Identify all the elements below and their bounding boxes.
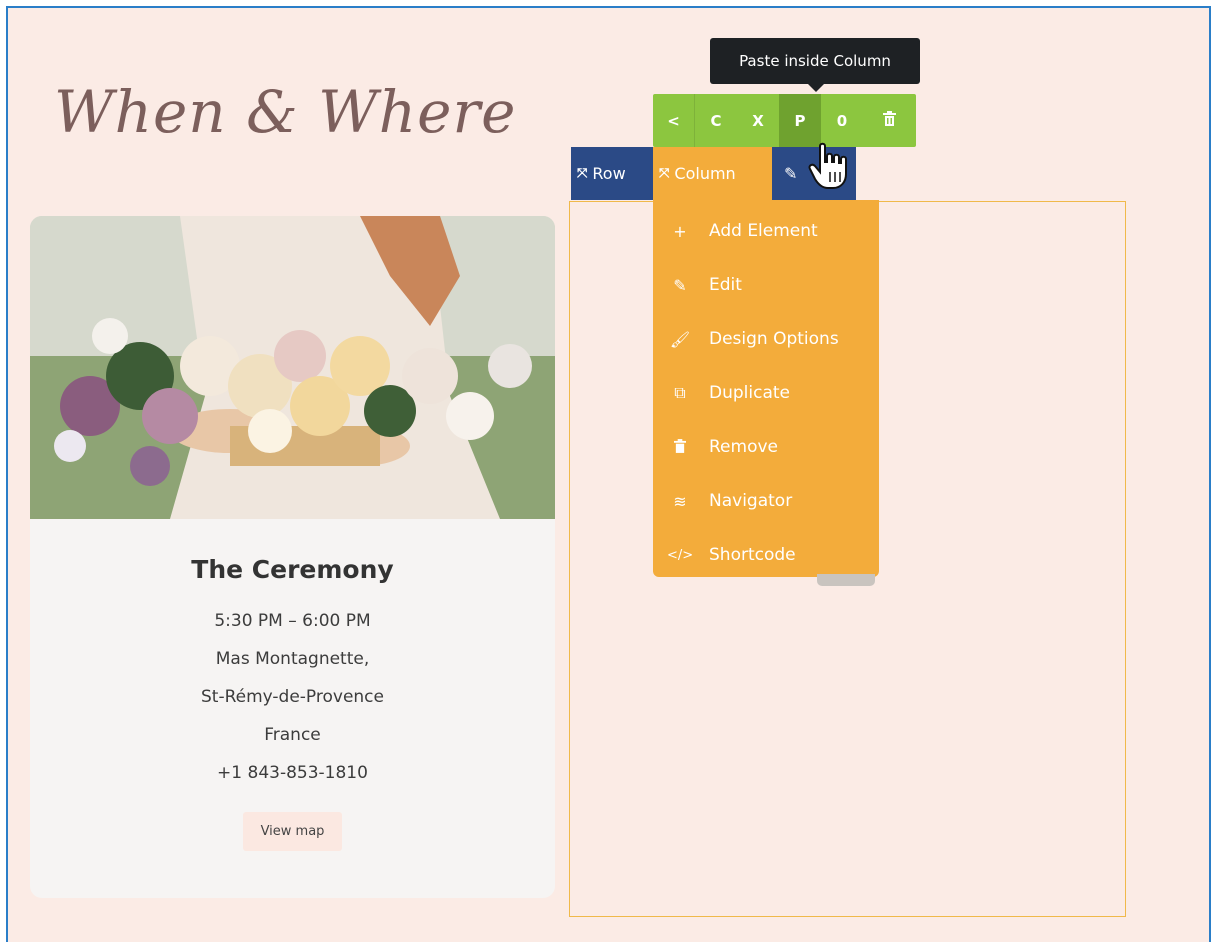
copy-button[interactable]: C — [695, 94, 737, 147]
paste-tooltip: Paste inside Column — [710, 38, 920, 92]
duplicate-icon: ⧉ — [674, 383, 686, 402]
menu-item-edit[interactable]: ✎ Edit — [653, 258, 879, 312]
cut-button[interactable]: X — [737, 94, 779, 147]
menu-label: Duplicate — [709, 383, 790, 403]
code-icon: </> — [667, 547, 694, 563]
menu-shadow-tab — [817, 574, 875, 586]
menu-item-navigator[interactable]: ≋ Navigator — [653, 474, 879, 528]
pencil-icon: ✎ — [784, 164, 798, 183]
menu-label: Edit — [709, 275, 742, 295]
tooltip-arrow — [808, 84, 824, 92]
plus-icon: + — [673, 221, 687, 241]
section-heading: When & Where — [54, 78, 517, 146]
menu-item-add-element[interactable]: + Add Element — [653, 204, 879, 258]
trash-icon — [667, 438, 693, 457]
layers-icon: ≋ — [673, 491, 687, 511]
event-time: 5:30 PM – 6:00 PM — [214, 611, 371, 631]
column-tab[interactable]: ⤧ Column — [653, 147, 772, 200]
menu-item-design-options[interactable]: 🖌︎ Design Options — [653, 312, 879, 366]
column-tab-label: Column — [674, 164, 736, 183]
ceremony-card: The Ceremony 5:30 PM – 6:00 PM Mas Monta… — [30, 216, 555, 898]
venue-phone: +1 843-853-1810 — [217, 763, 368, 783]
row-tab[interactable]: ⤧ Row — [571, 147, 653, 200]
move-icon: ⤧ — [659, 166, 670, 181]
venue-country: France — [264, 725, 321, 745]
view-map-button[interactable]: View map — [242, 812, 343, 851]
venue-town: St-Rémy-de-Provence — [200, 687, 384, 707]
bride-bouquet-photo — [30, 216, 555, 519]
page-canvas: When & Where The Ceremony 5:30 PM – 6:00… — [6, 6, 1211, 942]
menu-label: Remove — [709, 437, 778, 457]
back-button[interactable]: < — [653, 94, 695, 147]
trash-button[interactable] — [863, 94, 916, 147]
menu-label: Design Options — [709, 329, 839, 349]
menu-item-duplicate[interactable]: ⧉ Duplicate — [653, 366, 879, 420]
trash-icon — [883, 111, 896, 130]
hand-cursor-icon — [808, 142, 854, 196]
column-menu: + Add Element ✎ Edit 🖌︎ Design Options ⧉… — [653, 200, 879, 577]
card-title: The Ceremony — [191, 555, 394, 584]
pencil-icon: ✎ — [673, 275, 687, 295]
brush-icon: 🖌︎ — [669, 329, 691, 349]
venue-name: Mas Montagnette, — [215, 649, 370, 669]
menu-item-remove[interactable]: Remove — [653, 420, 879, 474]
card-body: The Ceremony 5:30 PM – 6:00 PM Mas Monta… — [30, 519, 555, 851]
menu-label: Add Element — [709, 221, 818, 241]
row-tab-label: Row — [592, 164, 626, 183]
tooltip-text: Paste inside Column — [739, 52, 891, 70]
paste-button[interactable]: P — [779, 94, 821, 147]
move-icon: ⤧ — [577, 166, 588, 181]
column-controls-bar: < C X P 0 — [653, 94, 916, 147]
menu-label: Shortcode — [709, 545, 796, 565]
zero-button[interactable]: 0 — [821, 94, 863, 147]
menu-label: Navigator — [709, 491, 793, 511]
